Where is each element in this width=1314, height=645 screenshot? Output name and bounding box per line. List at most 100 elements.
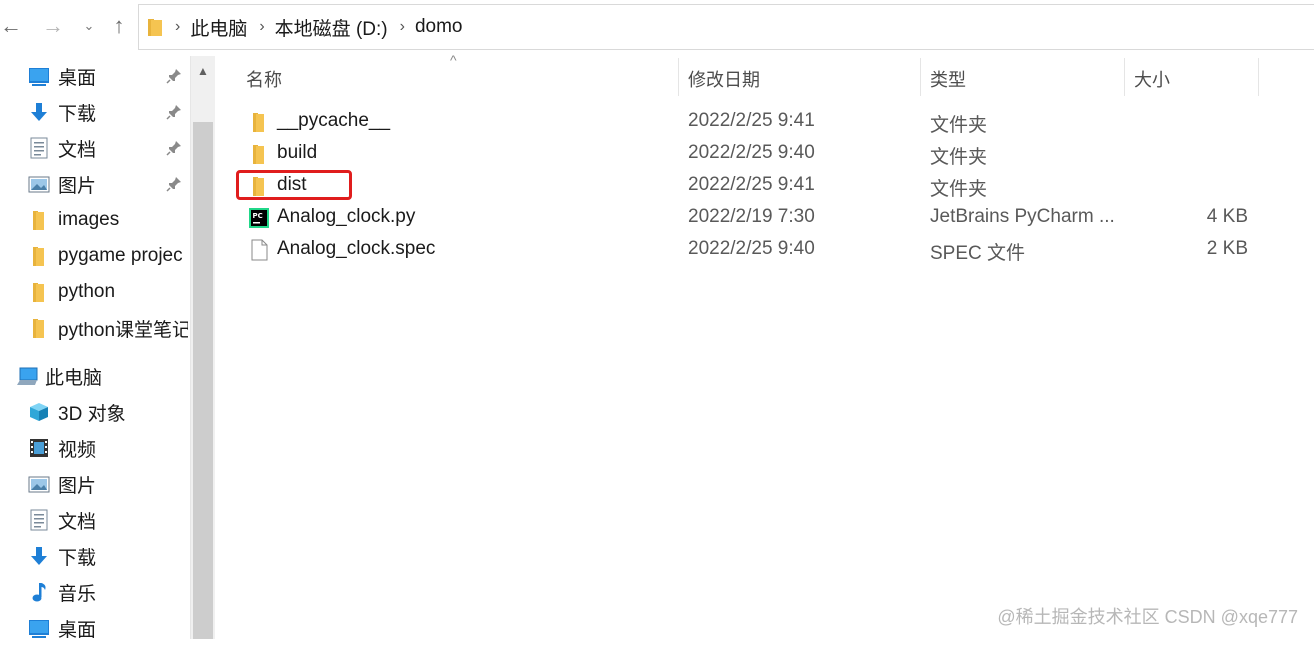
pin-icon[interactable] [166, 104, 182, 120]
file-row-build[interactable]: build 2022/2/25 9:40 文件夹 [216, 138, 1314, 170]
sidebar-item-python[interactable]: python [0, 275, 190, 309]
folder-icon [253, 113, 264, 132]
file-type: 文件夹 [930, 179, 988, 200]
download-icon [31, 547, 47, 565]
column-divider[interactable] [920, 58, 921, 96]
breadcrumb-this-pc[interactable]: 此电脑 [190, 14, 247, 41]
chevron-right-icon[interactable]: › [259, 18, 264, 36]
column-divider[interactable] [1124, 58, 1125, 96]
file-name: build [277, 142, 318, 163]
pictures-icon [28, 176, 50, 193]
sidebar-item-label: 此电脑 [45, 367, 103, 389]
sidebar-item-label: images [58, 209, 120, 230]
forward-button[interactable]: → [42, 12, 64, 40]
sidebar-scrollbar[interactable]: ▲ [190, 56, 215, 639]
file-type: SPEC 文件 [930, 243, 1026, 264]
sidebar-item-downloads-pc[interactable]: 下载 [0, 539, 190, 573]
blank-file-icon [251, 239, 268, 261]
sidebar-item-videos[interactable]: 视频 [0, 431, 190, 465]
file-row-dist[interactable]: dist 2022/2/25 9:41 文件夹 [216, 170, 1314, 202]
arrow-left-icon: ← [0, 13, 22, 38]
arrow-up-icon: ↑ [113, 13, 125, 38]
sidebar-item-label: 文档 [58, 511, 97, 533]
videos-icon [30, 439, 48, 457]
file-name: __pycache__ [277, 110, 391, 131]
sidebar-item-documents[interactable]: 文档 [0, 131, 190, 165]
sidebar-item-music[interactable]: 音乐 [0, 575, 190, 609]
file-date: 2022/2/19 7:30 [688, 206, 815, 227]
file-row-analog-clock-py[interactable]: PC Analog_clock.py 2022/2/19 7:30 JetBra… [216, 202, 1314, 234]
sidebar-item-3d-objects[interactable]: 3D 对象 [0, 395, 190, 429]
file-type: JetBrains PyCharm ... [930, 206, 1115, 227]
address-bar[interactable]: › 此电脑 › 本地磁盘 (D:) › domo [138, 4, 1314, 50]
pin-icon[interactable] [166, 140, 182, 156]
sidebar-item-pictures-pc[interactable]: 图片 [0, 467, 190, 501]
file-name: Analog_clock.spec [277, 238, 436, 259]
chevron-right-icon[interactable]: › [175, 18, 180, 36]
file-date: 2022/2/25 9:41 [688, 174, 815, 195]
file-type: 文件夹 [930, 147, 988, 168]
column-header-date[interactable]: 修改日期 [688, 66, 760, 92]
pin-icon[interactable] [166, 68, 182, 84]
sidebar-item-label: pygame projec [58, 245, 183, 266]
column-header-name[interactable]: 名称 [246, 66, 282, 92]
document-icon [30, 137, 48, 159]
up-button[interactable]: ↑ [106, 12, 132, 40]
back-button[interactable]: ← [0, 12, 22, 40]
sidebar-item-pictures[interactable]: 图片 [0, 167, 190, 201]
column-header-type[interactable]: 类型 [930, 66, 966, 92]
folder-icon [33, 283, 44, 302]
file-size: 4 KB [1206, 206, 1248, 227]
sidebar-item-desktop-pc[interactable]: 桌面 [0, 611, 190, 645]
sidebar-item-python-notes[interactable]: python课堂笔记 [0, 311, 190, 345]
column-header-size[interactable]: 大小 [1134, 66, 1170, 92]
scroll-thumb[interactable] [193, 122, 213, 639]
column-divider[interactable] [678, 58, 679, 96]
recent-locations-button[interactable]: ⌄ [80, 12, 98, 40]
sidebar-item-label: 图片 [58, 475, 97, 497]
chevron-down-icon: ⌄ [83, 18, 95, 33]
desktop-icon [29, 68, 49, 86]
sidebar-item-downloads[interactable]: 下载 [0, 95, 190, 129]
chevron-up-icon: ▲ [197, 64, 209, 78]
folder-icon [148, 19, 162, 36]
scroll-up-button[interactable]: ▲ [191, 56, 215, 86]
file-list: ^ 名称 修改日期 类型 大小 __pycache__ 2022/2/25 9:… [216, 52, 1314, 639]
navigation-bar: ← → ⌄ ↑ › 此电脑 › 本地磁盘 (D:) › domo [0, 0, 1314, 52]
sidebar-item-label: 桌面 [58, 619, 97, 641]
chevron-right-icon[interactable]: › [400, 18, 405, 36]
file-type: 文件夹 [930, 115, 988, 136]
folder-icon [33, 247, 44, 266]
file-size: 2 KB [1206, 238, 1248, 259]
breadcrumb-domo[interactable]: domo [415, 16, 463, 38]
3d-objects-icon [30, 403, 48, 421]
sidebar-item-pygame-projects[interactable]: pygame projec [0, 239, 190, 273]
file-date: 2022/2/25 9:41 [688, 110, 815, 131]
column-divider[interactable] [1258, 58, 1259, 96]
svg-text:PC: PC [253, 212, 263, 220]
sidebar-item-label: 3D 对象 [58, 403, 126, 425]
folder-icon [33, 319, 44, 338]
breadcrumb-drive-d[interactable]: 本地磁盘 (D:) [275, 14, 388, 41]
sidebar-item-desktop[interactable]: 桌面 [0, 59, 190, 93]
file-date: 2022/2/25 9:40 [688, 142, 815, 163]
file-row-pycache[interactable]: __pycache__ 2022/2/25 9:41 文件夹 [216, 106, 1314, 138]
pin-icon[interactable] [166, 176, 182, 192]
sidebar-item-label: 视频 [58, 439, 97, 461]
download-icon [31, 103, 47, 121]
column-header-row: ^ 名称 修改日期 类型 大小 [216, 52, 1314, 98]
file-date: 2022/2/25 9:40 [688, 238, 815, 259]
folder-icon [33, 211, 44, 230]
folder-icon [253, 145, 264, 164]
arrow-right-icon: → [42, 13, 64, 38]
sidebar-item-this-pc[interactable]: 此电脑 [0, 359, 190, 393]
navigation-pane: 桌面 下载 文档 图片 images pygame projec python … [0, 56, 215, 641]
sidebar-item-label: python [58, 281, 116, 302]
desktop-icon [29, 620, 49, 638]
pictures-icon [28, 476, 50, 493]
sidebar-item-label: python课堂笔记 [58, 319, 188, 341]
sidebar-item-documents-pc[interactable]: 文档 [0, 503, 190, 537]
sidebar-item-label: 音乐 [58, 583, 97, 605]
sidebar-item-images[interactable]: images [0, 203, 190, 237]
file-row-analog-clock-spec[interactable]: Analog_clock.spec 2022/2/25 9:40 SPEC 文件… [216, 234, 1314, 266]
